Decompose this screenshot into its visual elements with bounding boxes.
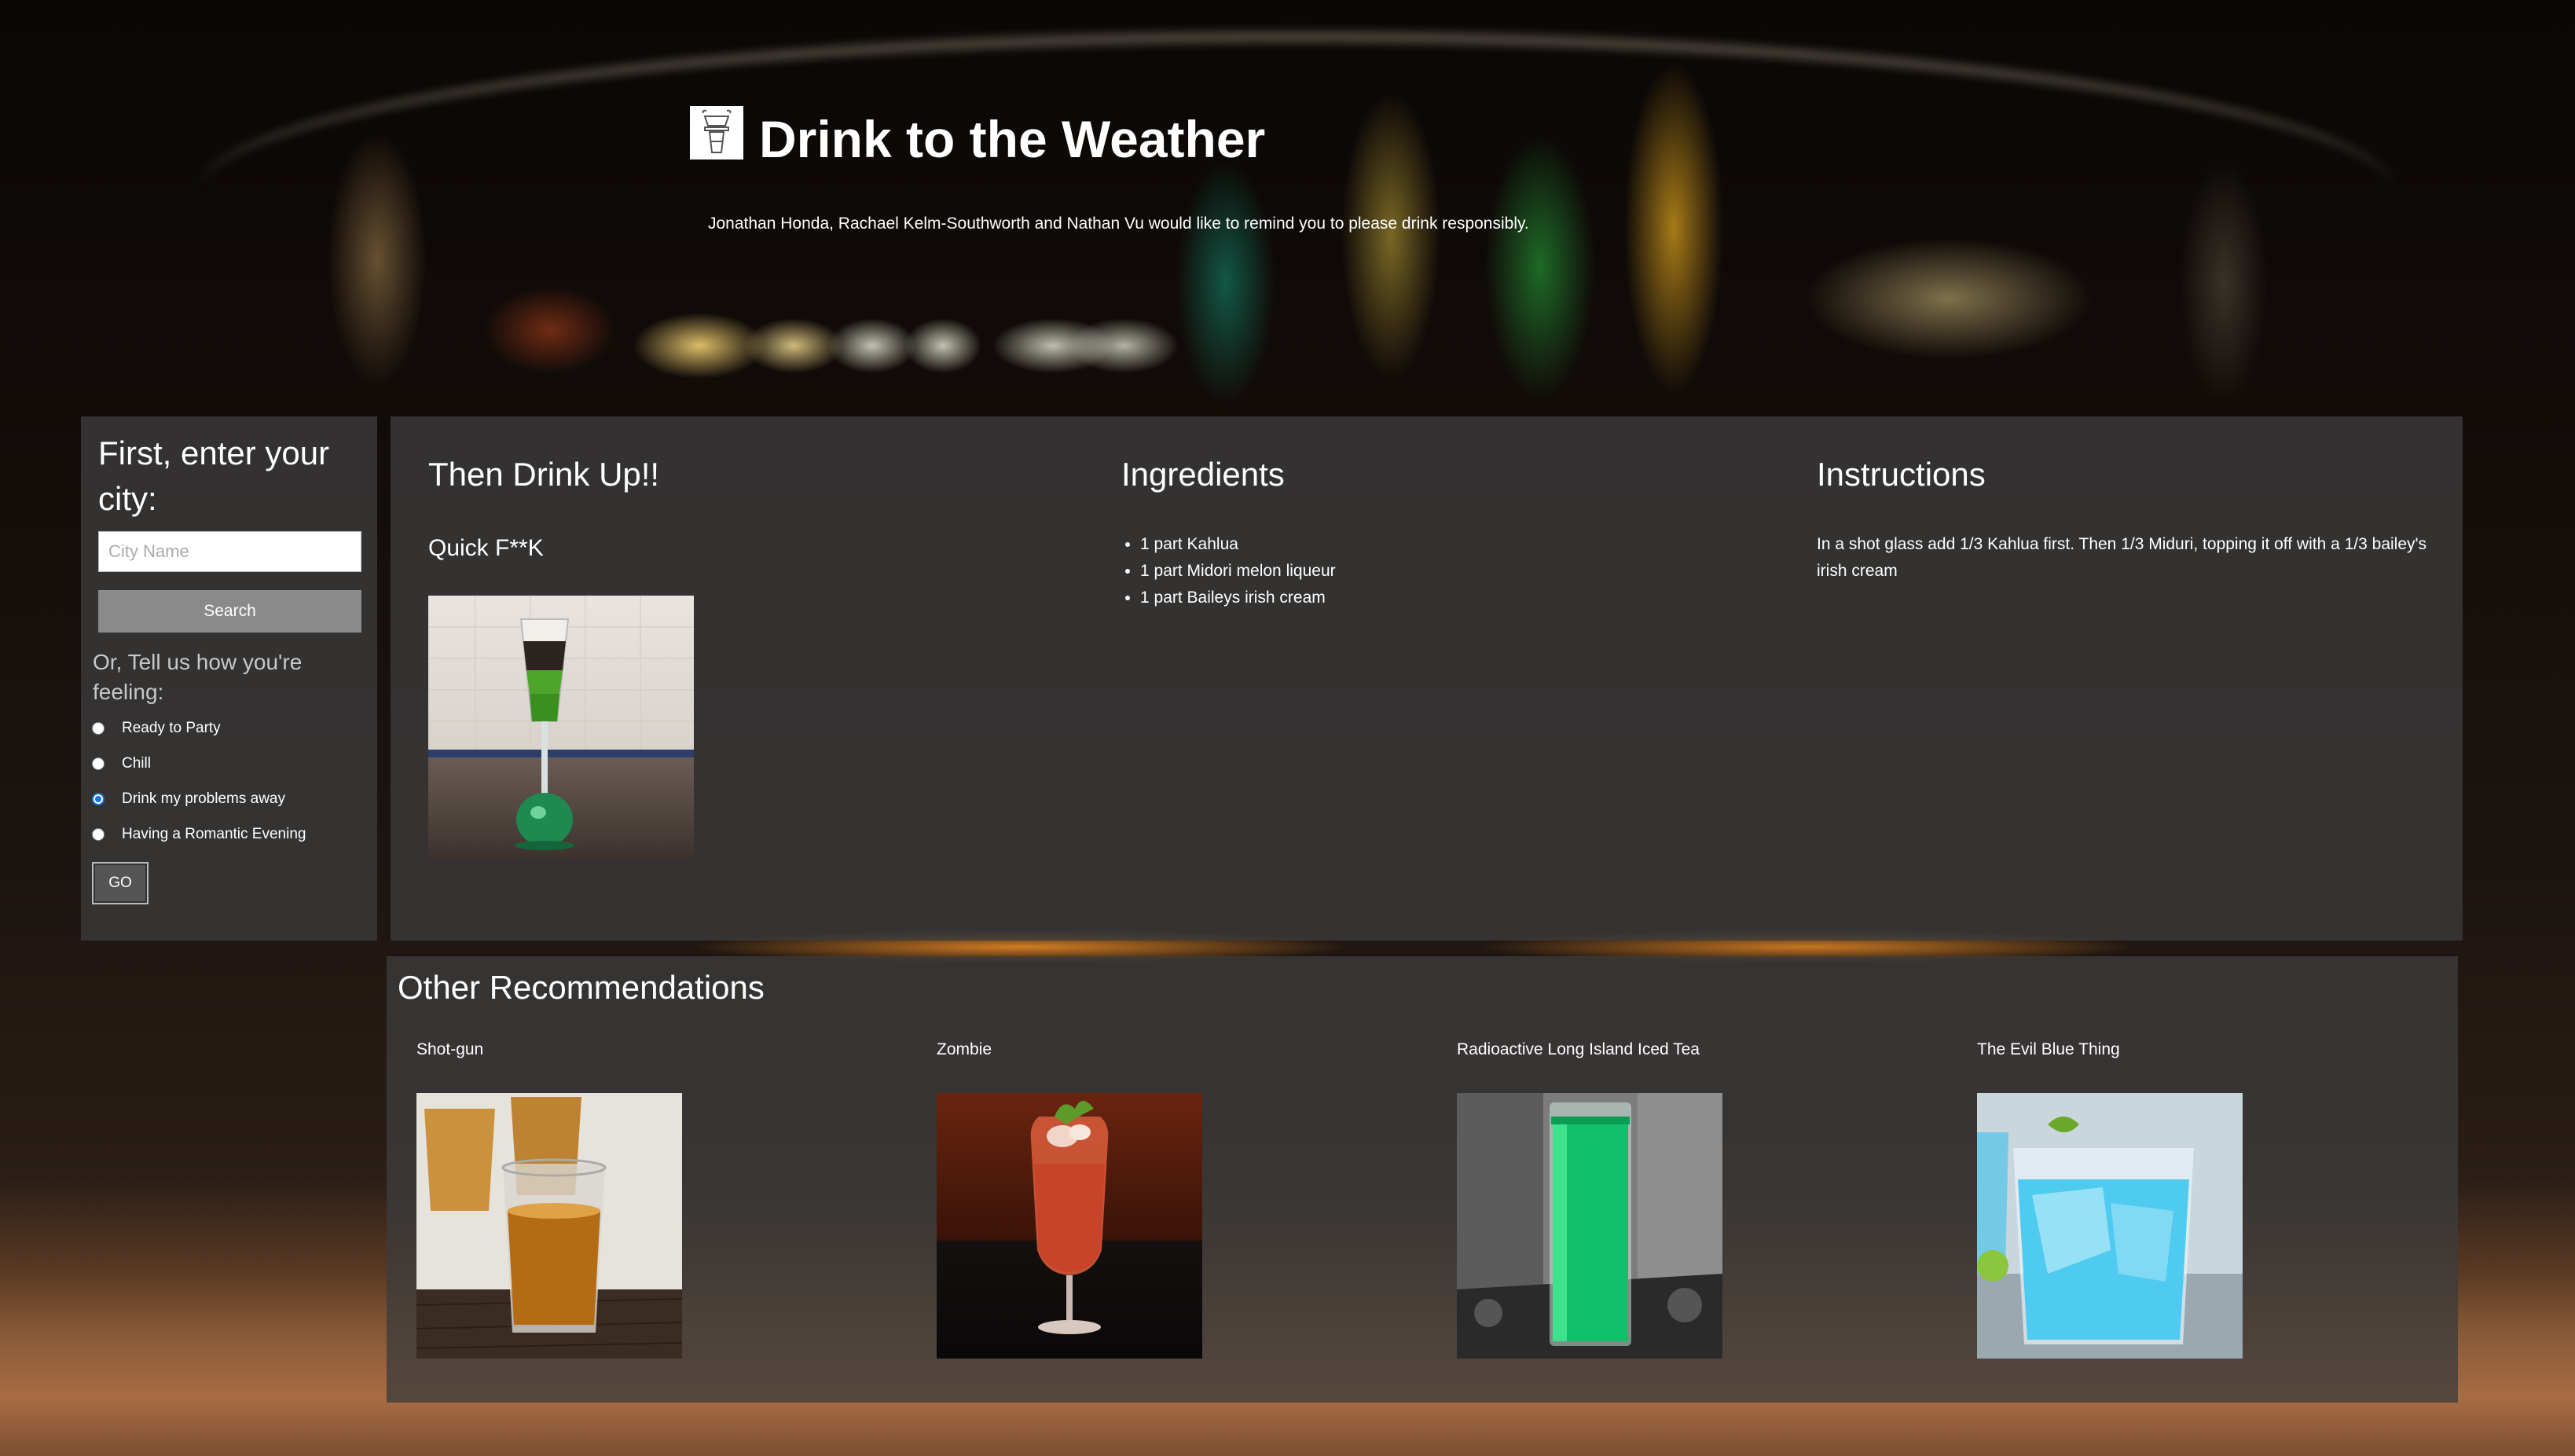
city-name-input[interactable]: [98, 531, 361, 572]
background-bar-arch: [196, 31, 2397, 357]
mood-label: Having a Romantic Evening: [122, 826, 306, 842]
recommendation-card[interactable]: Radioactive Long Island Iced Tea: [1457, 1038, 1928, 1359]
other-recommendations-heading: Other Recommendations: [398, 969, 765, 1006]
ingredient-item: 1 part Kahlua: [1140, 531, 1336, 558]
mood-option-drink-my-problems-away[interactable]: Drink my problems away: [92, 787, 285, 811]
page-title: Drink to the Weather: [759, 110, 1266, 168]
ingredient-item: 1 part Midori melon liqueur: [1140, 558, 1336, 585]
page-subtitle: Jonathan Honda, Rachael Kelm-Southworth …: [708, 215, 1529, 233]
mood-option-chill[interactable]: Chill: [92, 752, 151, 776]
feeling-label: Or, Tell us how you're feeling:: [93, 650, 303, 704]
drink-details-panel: Then Drink Up!! Quick F**K Ingredients •…: [391, 416, 2463, 941]
ingredients-list: 1 part Kahlua 1 part Midori melon liqueu…: [1121, 531, 1336, 611]
recommendation-name[interactable]: Shot-gun: [416, 1038, 888, 1062]
recommendation-photo[interactable]: [1977, 1093, 2243, 1359]
radio-button[interactable]: [92, 722, 105, 735]
search-button[interactable]: Search: [98, 590, 361, 633]
mood-label: Ready to Party: [122, 720, 221, 736]
drink-name: Quick F**K: [428, 535, 544, 561]
recommendation-photo[interactable]: [1457, 1093, 1722, 1359]
mood-label: Drink my problems away: [122, 790, 285, 807]
recommendation-name[interactable]: Radioactive Long Island Iced Tea: [1457, 1038, 1928, 1062]
radio-button[interactable]: [92, 828, 105, 841]
sidebar-heading: First, enter your city:: [98, 435, 330, 517]
recommendation-photo[interactable]: [416, 1093, 682, 1359]
recommendation-name[interactable]: The Evil Blue Thing: [1977, 1038, 2448, 1062]
ingredient-item: 1 part Baileys irish cream: [1140, 585, 1336, 611]
recommendation-card[interactable]: The Evil Blue Thing: [1977, 1038, 2448, 1359]
recommendation-name[interactable]: Zombie: [937, 1038, 1408, 1062]
city-mood-sidebar: First, enter your city: Search Or, Tell …: [81, 416, 377, 941]
instructions-heading: Instructions: [1817, 456, 1986, 493]
other-recommendations-panel: Other Recommendations Shot-gun Zombie Ra…: [387, 956, 2458, 1403]
recommendation-photo[interactable]: [937, 1093, 1202, 1359]
recommendation-card[interactable]: Zombie: [937, 1038, 1408, 1359]
mood-label: Chill: [122, 755, 151, 772]
cocktail-glass-logo-icon: [690, 106, 743, 160]
mood-option-romantic-evening[interactable]: Having a Romantic Evening: [92, 823, 306, 846]
radio-button[interactable]: [92, 757, 105, 770]
radio-button-selected[interactable]: [92, 793, 105, 805]
mood-option-ready-to-party[interactable]: Ready to Party: [92, 717, 221, 740]
ingredients-heading: Ingredients: [1121, 456, 1285, 493]
recommendation-card[interactable]: Shot-gun: [416, 1038, 888, 1359]
go-button[interactable]: GO: [92, 862, 149, 904]
drink-heading: Then Drink Up!!: [428, 456, 660, 493]
instructions-text: In a shot glass add 1/3 Kahlua first. Th…: [1817, 535, 2427, 580]
drink-photo: [428, 596, 694, 860]
